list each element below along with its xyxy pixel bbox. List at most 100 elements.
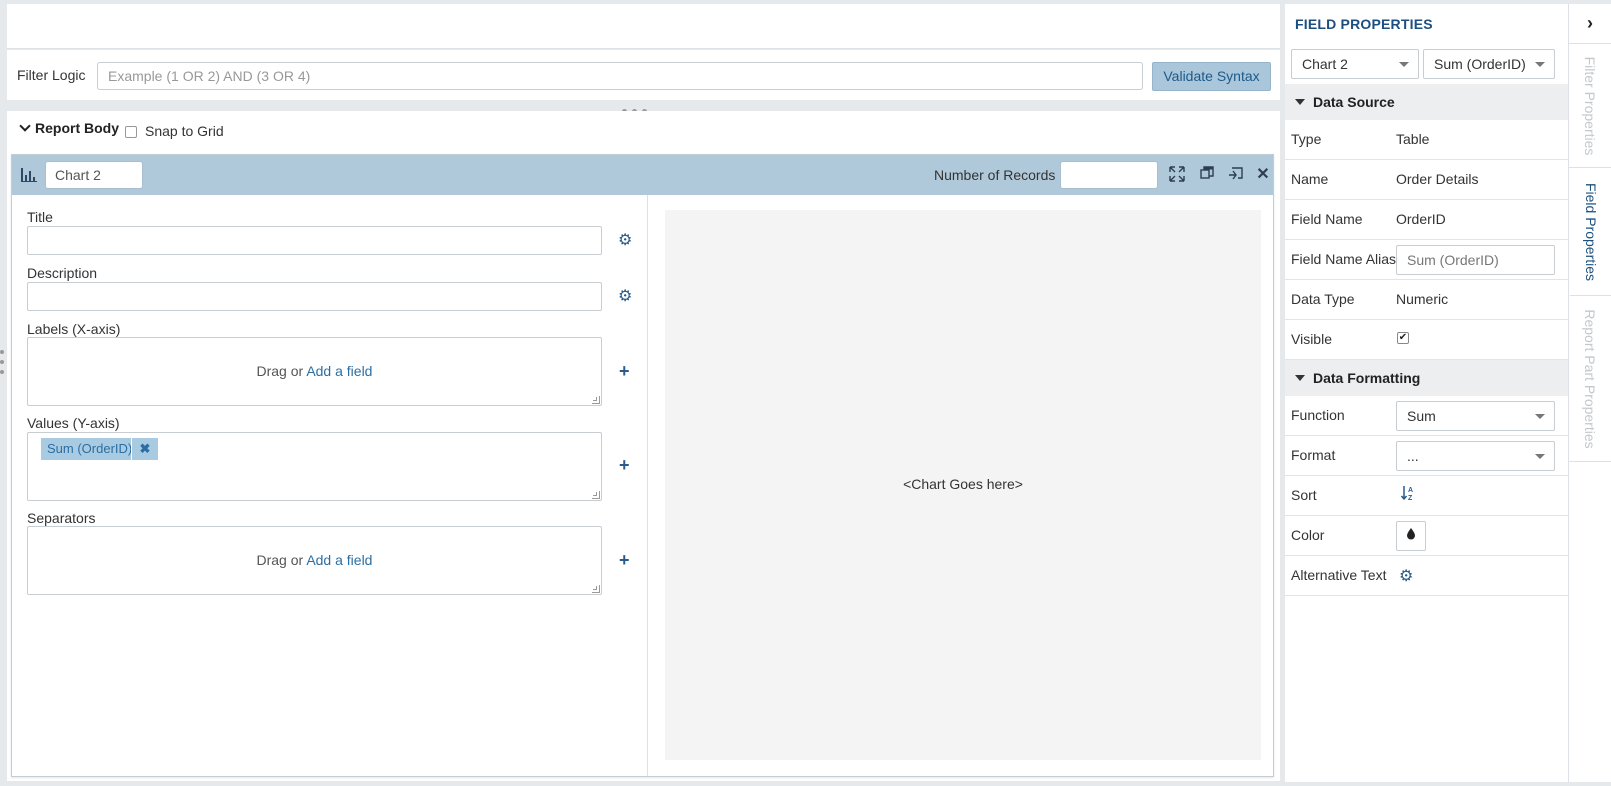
restore-window-icon[interactable] [1198,166,1216,184]
report-body-toggle[interactable]: Report Body [19,120,119,136]
chart-panel: Chart 2 Number of Records ✕ Title ⚙ Desc… [11,154,1274,777]
drag-text: Drag or [256,552,307,568]
drop-hint: Drag or Add a field [28,552,601,568]
chart-preview: <Chart Goes here> [665,210,1261,760]
tab-report-part-properties[interactable]: Report Part Properties [1569,296,1611,462]
svg-text:Z: Z [1408,495,1413,501]
plus-icon[interactable]: + [619,456,633,474]
add-field-link[interactable]: Add a field [306,552,372,568]
resize-handle[interactable] [592,491,600,499]
remove-chip-icon[interactable]: ✖ [131,438,158,460]
prop-row-data-type: Data Type Numeric [1285,280,1568,320]
gear-icon[interactable]: ⚙ [618,289,634,305]
prop-key: Format [1291,447,1336,463]
caret-down-icon [1295,375,1305,381]
chart-settings-column: Title ⚙ Description ⚙ Labels (X-axis) Dr… [12,195,648,776]
separators-drop-area[interactable]: Drag or Add a field [27,526,602,595]
field-alias-input[interactable]: Sum (OrderID) [1396,245,1555,275]
chart-panel-header: Chart 2 Number of Records ✕ [12,155,1273,195]
filter-logic-label: Filter Logic [17,67,86,83]
plus-icon[interactable]: + [619,551,633,569]
splitter-handle[interactable] [622,101,662,114]
resize-handle[interactable] [592,396,600,404]
value-field-chip[interactable]: Sum (OrderID) [41,438,139,460]
resize-handle[interactable] [592,585,600,593]
field-properties-panel: FIELD PROPERTIES Chart 2 Sum (OrderID) D… [1285,4,1568,782]
snap-to-grid-label: Snap to Grid [145,123,224,139]
values-drop-area[interactable]: Sum (OrderID) ✖ [27,432,602,501]
prop-key: Field Name [1291,211,1363,227]
field-select-value: Sum (OrderID) [1434,56,1526,72]
prop-value: Table [1396,131,1430,147]
chart-select-value: Chart 2 [1302,56,1348,72]
svg-text:A: A [1408,487,1413,494]
prop-row-function: Function Sum [1285,396,1568,436]
prop-key: Visible [1291,331,1332,347]
validate-syntax-button[interactable]: Validate Syntax [1152,62,1271,91]
prop-key: Sort [1291,487,1317,503]
copy-icon[interactable] [1227,166,1245,184]
snap-to-grid-checkbox[interactable] [125,126,137,138]
prop-row-sort: Sort AZ [1285,476,1568,516]
report-body-title: Report Body [35,120,119,136]
prop-key: Function [1291,407,1345,423]
drag-text: Drag or [256,363,307,379]
drop-hint: Drag or Add a field [28,363,601,379]
left-resize-grip[interactable] [0,350,4,380]
tab-field-properties[interactable]: Field Properties [1569,168,1611,296]
add-field-link[interactable]: Add a field [306,363,372,379]
title-label: Title [27,209,53,225]
report-body: Report Body Snap to Grid Chart 2 Number … [7,111,1280,781]
filter-logic-row: Filter Logic Example (1 OR 2) AND (3 OR … [7,50,1280,100]
description-input[interactable] [27,282,602,311]
prop-value: OrderID [1396,211,1446,227]
chevron-down-icon [1535,414,1545,419]
gear-icon[interactable]: ⚙ [618,233,634,249]
format-select[interactable]: ... [1396,441,1555,471]
chevron-down-icon [1399,62,1409,67]
chart-select[interactable]: Chart 2 [1291,49,1419,79]
prop-key: Alternative Text [1291,567,1387,583]
prop-key: Type [1291,131,1322,147]
prop-key: Field Name Alias [1291,251,1397,267]
function-select[interactable]: Sum [1396,401,1555,431]
number-of-records-input[interactable] [1060,161,1158,189]
sort-az-icon[interactable]: AZ [1400,485,1415,504]
chevron-down-icon [1535,62,1545,67]
field-select[interactable]: Sum (OrderID) [1423,49,1555,79]
prop-key: Color [1291,527,1325,543]
labels-drop-area[interactable]: Drag or Add a field [27,337,602,406]
tab-label: Report Part Properties [1582,308,1598,449]
chevron-right-icon[interactable]: › [1569,4,1611,44]
gear-icon[interactable]: ⚙ [1399,566,1413,586]
chart-name-input[interactable]: Chart 2 [45,161,143,189]
prop-value: Numeric [1396,291,1449,307]
expand-icon[interactable] [1168,166,1186,184]
prop-row-type: Type Table [1285,120,1568,160]
title-input[interactable] [27,226,602,255]
close-icon[interactable]: ✕ [1254,166,1272,184]
plus-icon[interactable]: + [619,362,633,380]
snap-to-grid[interactable]: Snap to Grid [125,123,224,139]
prop-row-color: Color [1285,516,1568,556]
values-y-axis-label: Values (Y-axis) [27,415,120,431]
function-value: Sum [1407,408,1436,424]
prop-key: Name [1291,171,1329,187]
data-formatting-section-header[interactable]: Data Formatting [1285,360,1568,396]
prop-row-visible: Visible ✔ [1285,320,1568,360]
field-properties-title: FIELD PROPERTIES [1295,16,1433,32]
tab-filter-properties[interactable]: Filter Properties [1569,44,1611,168]
data-source-section-header[interactable]: Data Source [1285,84,1568,120]
chevron-down-icon [1535,454,1545,459]
filter-logic-input[interactable]: Example (1 OR 2) AND (3 OR 4) [97,62,1143,90]
prop-row-field-name: Field Name OrderID [1285,200,1568,240]
description-label: Description [27,265,98,281]
labels-x-axis-label: Labels (X-axis) [27,321,121,337]
prop-key: Data Type [1291,291,1355,307]
separators-label: Separators [27,510,96,526]
data-source-title: Data Source [1313,94,1395,110]
color-picker-button[interactable] [1396,521,1426,551]
bar-chart-icon[interactable] [21,168,37,182]
prop-row-alias: Field Name Alias Sum (OrderID) [1285,240,1568,280]
visible-checkbox[interactable]: ✔ [1397,332,1409,344]
